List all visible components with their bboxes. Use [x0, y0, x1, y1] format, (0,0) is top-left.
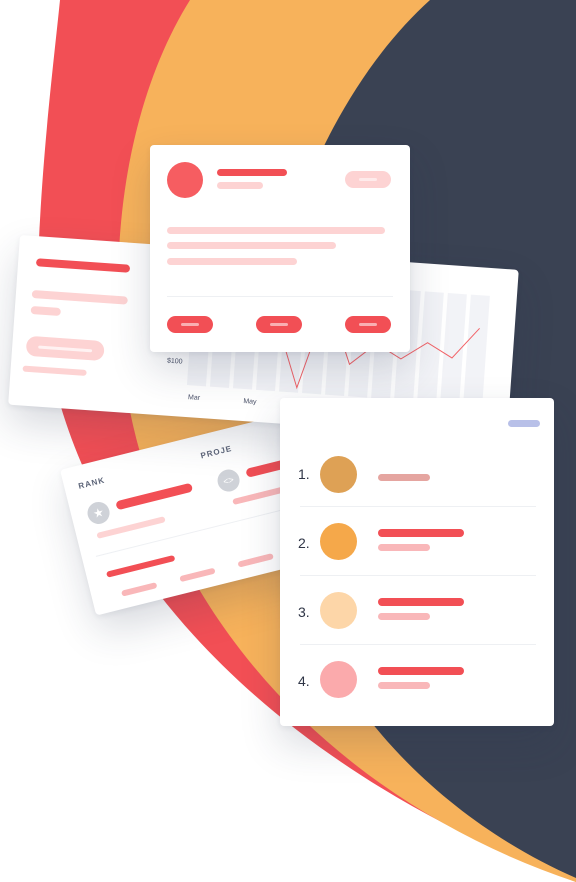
- rank-footer-pill-3: [237, 553, 274, 568]
- list-item-name-bar: [378, 598, 464, 606]
- list-item[interactable]: 3.: [280, 576, 554, 645]
- list-item-name-bar: [378, 529, 464, 537]
- rank-label: RANK: [77, 475, 106, 491]
- rank-name-bar: [115, 482, 194, 511]
- list-item-number: 4.: [298, 673, 310, 689]
- profile-divider: [167, 296, 393, 297]
- list-item-number: 2.: [298, 535, 310, 551]
- profile-action-button-1[interactable]: [167, 316, 213, 333]
- profile-text-line-3: [167, 258, 297, 265]
- chart-column-stripe: [463, 294, 490, 406]
- list-item-number: 3.: [298, 604, 310, 620]
- chart-card-footer-bar: [22, 365, 87, 376]
- list-accent-bar: [508, 420, 540, 427]
- avatar: [320, 592, 357, 629]
- follow-button[interactable]: [345, 171, 391, 188]
- list-item-sub-bar: [378, 544, 430, 551]
- profile-action-button-2[interactable]: [256, 316, 302, 333]
- list-item-name-bar: [378, 667, 464, 675]
- code-icon: <>: [215, 467, 242, 494]
- chart-card-sub-bar-2: [30, 305, 62, 317]
- illustration-stage: RANK PROJE ★ <> MarMayJulSepNovJan $150$…: [0, 0, 576, 882]
- profile-text-line-2: [167, 242, 336, 249]
- chart-x-tick-label: May: [243, 398, 257, 406]
- profile-action-button-3[interactable]: [345, 316, 391, 333]
- list-item-sub-bar: [378, 682, 430, 689]
- list-item[interactable]: 4.: [280, 645, 554, 715]
- star-icon: ★: [85, 499, 112, 527]
- list-item[interactable]: 2.: [280, 507, 554, 576]
- profile-name-bar: [217, 169, 287, 176]
- chart-column-stripe: [440, 292, 467, 405]
- avatar: [320, 456, 357, 493]
- chart-card-sub-bar-1: [31, 289, 128, 305]
- list-item-number: 1.: [298, 466, 310, 482]
- chart-card-pill: [25, 335, 105, 362]
- rank-footer-bar: [106, 554, 176, 578]
- chart-card-title-bar: [35, 258, 131, 273]
- profile-card: [150, 145, 410, 352]
- projects-label: PROJE: [199, 443, 234, 461]
- avatar: [167, 162, 203, 198]
- chart-x-tick-label: Mar: [188, 394, 201, 402]
- profile-text-line-1: [167, 227, 385, 234]
- list-item-sub-bar: [378, 613, 430, 620]
- rank-footer-pill-1: [121, 582, 158, 597]
- list-item-sub-bar: [378, 474, 430, 481]
- chart-y-tick-label: $100: [167, 358, 183, 366]
- rank-footer-pill-2: [179, 567, 216, 583]
- avatar: [320, 523, 357, 560]
- ranking-list-card: 1. 2. 3. 4.: [280, 398, 554, 726]
- list-item[interactable]: 1.: [280, 438, 554, 507]
- profile-sub-bar: [217, 182, 263, 189]
- avatar: [320, 661, 357, 698]
